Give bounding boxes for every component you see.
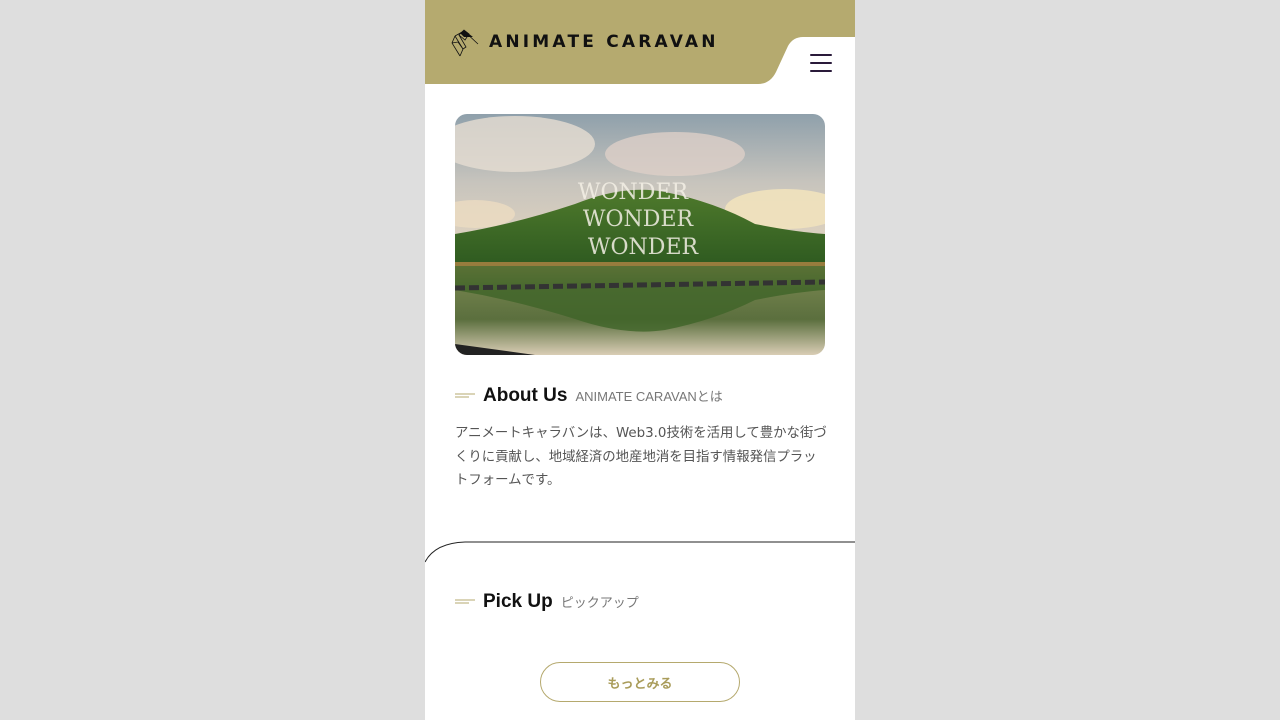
- hero-overlay-text: WONDER: [588, 235, 700, 260]
- mobile-page: ANIMATE CARAVAN WONDER WONDER WONDER Abo…: [425, 0, 855, 720]
- pickup-heading: Pick Up ピックアップ: [455, 591, 639, 613]
- heading-lines-icon: [455, 599, 475, 604]
- menu-line: [810, 54, 832, 56]
- about-title: About Us: [483, 385, 568, 406]
- pickup-title: Pick Up: [483, 591, 553, 612]
- hero-overlay-text: WONDER: [583, 207, 695, 232]
- hamburger-menu-button[interactable]: [808, 50, 834, 76]
- site-header: ANIMATE CARAVAN: [425, 0, 855, 84]
- hero-overlay-text: WONDER: [578, 180, 690, 205]
- menu-line: [810, 70, 832, 72]
- lake-hill-photo: WONDER WONDER WONDER: [455, 114, 825, 355]
- menu-line: [810, 62, 832, 64]
- about-description: アニメートキャラバンは、Web3.0技術を活用して豊かな街づくりに貢献し、地域経…: [455, 426, 827, 488]
- about-heading: About Us ANIMATE CARAVANとは: [455, 385, 723, 407]
- heading-lines-icon: [455, 393, 475, 398]
- see-more-button[interactable]: もっとみる: [540, 662, 740, 702]
- section-divider: [425, 541, 855, 563]
- hero-image: WONDER WONDER WONDER: [455, 114, 825, 355]
- brand-name: ANIMATE CARAVAN: [489, 32, 719, 52]
- about-subtitle: ANIMATE CARAVANとは: [575, 389, 723, 404]
- site-logo[interactable]: ANIMATE CARAVAN: [450, 26, 719, 58]
- pickup-subtitle: ピックアップ: [560, 595, 639, 610]
- animate-caravan-logo-icon: [451, 29, 479, 57]
